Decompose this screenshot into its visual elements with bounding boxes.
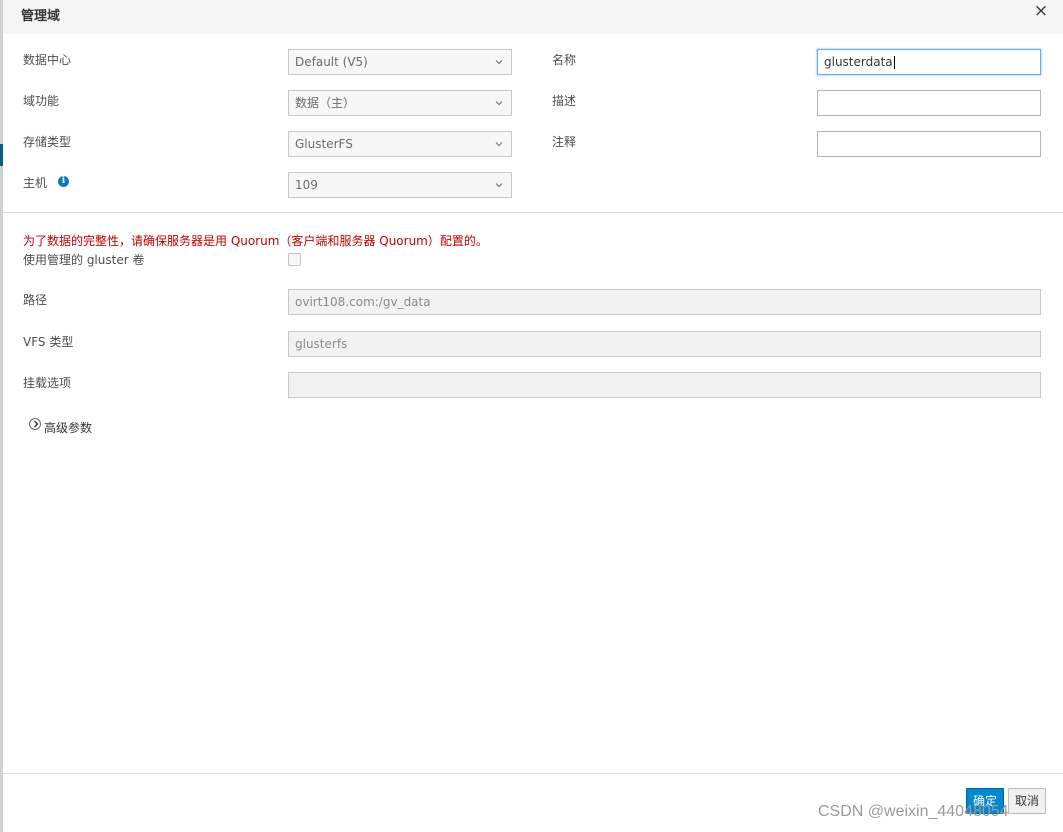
info-icon[interactable]: i: [58, 176, 69, 187]
text-caret: [893, 56, 895, 69]
description-input[interactable]: [817, 90, 1041, 116]
data-center-label: 数据中心: [23, 53, 72, 67]
quorum-warning: 为了数据的完整性，请确保服务器是用 Quorum（客户端和服务器 Quorum）…: [23, 234, 488, 248]
path-value: ovirt108.com:/gv_data: [295, 295, 431, 309]
comment-label: 注释: [552, 135, 577, 149]
vfs-type-label: VFS 类型: [23, 335, 74, 349]
vfs-type-value: glusterfs: [295, 337, 348, 351]
data-center-select[interactable]: Default (V5): [288, 49, 512, 75]
host-select[interactable]: 109: [288, 172, 512, 198]
domain-function-select[interactable]: 数据（主）: [288, 90, 512, 116]
dialog-header: 管理域 ×: [3, 0, 1063, 34]
watermark-text: CSDN @weixin_44048054: [818, 803, 1009, 820]
dialog-title: 管理域: [21, 9, 61, 24]
advanced-params-toggle[interactable]: 高级参数: [44, 419, 92, 436]
expand-chevron-icon[interactable]: [29, 418, 41, 430]
storage-type-select[interactable]: GlusterFS: [288, 131, 512, 157]
close-icon[interactable]: ×: [1030, 2, 1052, 22]
name-value: glusterdata: [824, 55, 893, 69]
background-accent: [0, 144, 3, 166]
section-divider: [3, 212, 1063, 213]
path-label: 路径: [23, 293, 48, 307]
comment-input[interactable]: [817, 131, 1041, 157]
use-managed-gluster-label: 使用管理的 gluster 卷: [23, 253, 145, 267]
footer-divider: [3, 773, 1063, 774]
storage-type-value: GlusterFS: [295, 137, 353, 151]
domain-function-label: 域功能: [23, 94, 60, 108]
domain-function-value: 数据（主）: [295, 96, 356, 110]
chevron-down-icon: [495, 142, 503, 147]
host-value: 109: [295, 178, 318, 192]
mount-options-label: 挂载选项: [23, 376, 72, 390]
name-input[interactable]: glusterdata: [817, 49, 1041, 75]
manage-domain-dialog: 管理域 × 数据中心 Default (V5) 域功能 数据（主） 存储类型 G…: [0, 0, 1063, 832]
cancel-button[interactable]: 取消: [1008, 788, 1046, 814]
name-label: 名称: [552, 53, 577, 67]
mount-options-input[interactable]: [288, 372, 1041, 398]
chevron-right-icon: [34, 420, 39, 428]
chevron-down-icon: [495, 183, 503, 188]
use-managed-gluster-checkbox[interactable]: [288, 253, 301, 266]
vfs-type-input[interactable]: glusterfs: [288, 331, 1041, 357]
storage-type-label: 存储类型: [23, 135, 72, 149]
host-label: 主机: [23, 176, 48, 190]
data-center-value: Default (V5): [295, 55, 368, 69]
path-input[interactable]: ovirt108.com:/gv_data: [288, 289, 1041, 315]
description-label: 描述: [552, 94, 577, 108]
chevron-down-icon: [495, 60, 503, 65]
chevron-down-icon: [495, 101, 503, 106]
